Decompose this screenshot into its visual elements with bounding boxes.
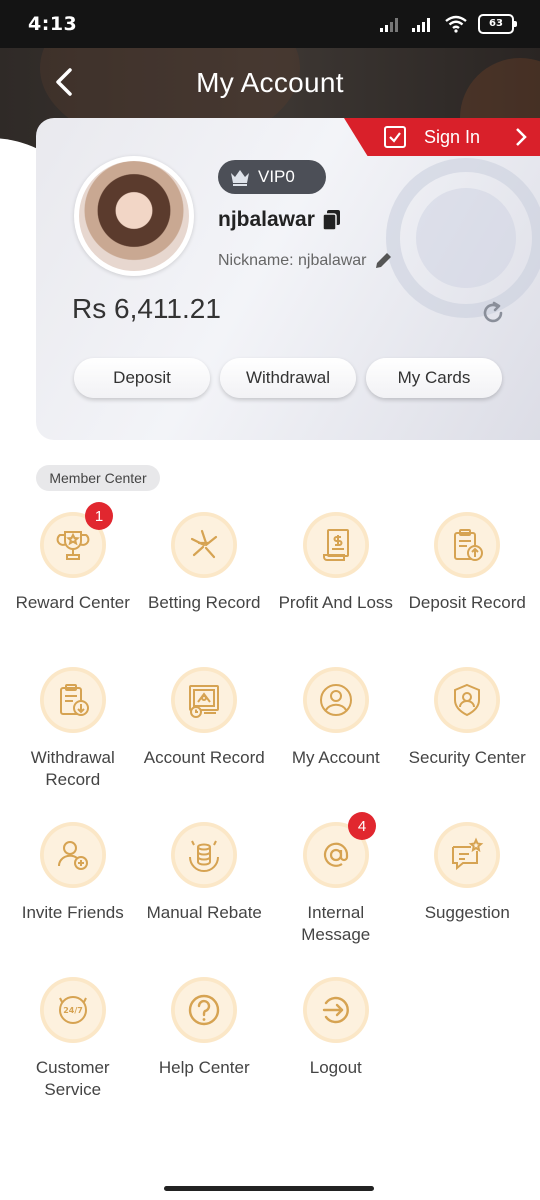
refresh-icon[interactable] (480, 300, 506, 326)
deposit-clipboard-icon (454, 529, 484, 561)
grid-item-label: Logout (309, 1058, 362, 1077)
status-icons: 63 (380, 14, 517, 34)
chat-star-icon (452, 837, 484, 871)
grid-item-label: Reward Center (15, 593, 130, 612)
withdrawal-record-item[interactable]: Withdrawal Record (7, 663, 139, 818)
security-center-item[interactable]: Security Center (402, 663, 534, 818)
customer-service-item[interactable]: 24/7 Customer Service (7, 973, 139, 1128)
coins-icon (189, 840, 220, 872)
copy-icon[interactable] (322, 210, 341, 230)
deposit-record-item[interactable]: Deposit Record (402, 508, 534, 663)
betting-record-item[interactable]: Betting Record (139, 508, 271, 663)
page-title: My Account (196, 67, 344, 98)
member-center-grid: 1 Reward Center Betting Record Profit An… (7, 502, 534, 1128)
svg-text:24/7: 24/7 (63, 1006, 83, 1015)
betting-icon (191, 529, 218, 559)
wifi-icon (445, 15, 467, 33)
member-center-label: Member Center (36, 465, 160, 491)
avatar[interactable] (74, 156, 194, 276)
grid-item-label: Security Center (408, 748, 526, 767)
nickname: Nickname: njbalawar (218, 252, 367, 269)
manual-rebate-item[interactable]: Manual Rebate (139, 818, 271, 973)
grid-item-label: Help Center (158, 1058, 250, 1077)
balance: Rs 6,411.21 (72, 293, 221, 324)
withdrawal-button[interactable]: Withdrawal (220, 358, 356, 398)
nav-bar: My Account (0, 48, 540, 118)
at-sign-icon (323, 842, 348, 867)
sign-in-label: Sign In (424, 126, 481, 147)
card-decoration-2 (416, 188, 516, 288)
pencil-icon[interactable] (373, 251, 393, 271)
deposit-button[interactable]: Deposit (74, 358, 210, 398)
username-row: njbalawar (218, 208, 341, 232)
grid-item-label: Suggestion (424, 903, 510, 922)
reward-badge: 1 (85, 502, 113, 530)
grid-item-label: Account Record (143, 748, 265, 767)
battery-icon: 63 (478, 14, 517, 34)
profit-doc-icon (322, 529, 349, 561)
home-indicator[interactable] (164, 1186, 374, 1191)
account-record-icon (189, 685, 220, 718)
calendar-check-icon (384, 126, 406, 148)
grid-item-label: Customer Service (35, 1058, 110, 1099)
card-actions: Deposit Withdrawal My Cards (74, 358, 502, 398)
grid-item-label: My Account (291, 748, 380, 767)
grid-item-label: Profit And Loss (278, 593, 393, 612)
logout-item[interactable]: Logout (270, 973, 402, 1128)
suggestion-item[interactable]: Suggestion (402, 818, 534, 973)
invite-user-icon (57, 841, 88, 870)
vip-label: VIP0 (258, 167, 295, 186)
logout-icon (322, 996, 349, 1024)
message-badge: 4 (348, 812, 376, 840)
help-center-item[interactable]: Help Center (139, 973, 271, 1128)
question-icon (189, 994, 220, 1026)
status-time: 4:13 (28, 13, 78, 35)
grid-item-label: Withdrawal Record (30, 748, 115, 789)
status-bar: 4:13 63 (0, 0, 540, 48)
nickname-row: Nickname: njbalawar (218, 251, 393, 271)
signal-icon (380, 18, 398, 32)
shield-user-icon (454, 683, 481, 717)
sign-in-button[interactable]: Sign In (344, 118, 540, 156)
grid-item-label: Invite Friends (21, 903, 124, 922)
crown-icon (231, 170, 249, 186)
username: njbalawar (218, 208, 315, 231)
grid-item-label: Betting Record (148, 593, 261, 612)
avatar-image (79, 161, 189, 271)
signal-icon-2 (412, 18, 430, 32)
invite-friends-item[interactable]: Invite Friends (7, 818, 139, 973)
chevron-right-icon (516, 128, 527, 146)
chevron-left-icon (56, 68, 72, 96)
my-cards-button[interactable]: My Cards (366, 358, 502, 398)
profit-and-loss-item[interactable]: Profit And Loss (270, 508, 402, 663)
vip-badge: VIP0 (218, 160, 326, 194)
user-icon (319, 684, 352, 716)
grid-item-label: Manual Rebate (146, 903, 262, 922)
trophy-icon (56, 531, 90, 560)
back-button[interactable] (48, 64, 82, 100)
account-card: Sign In VIP0 njbalawar Nickname: njbalaw… (36, 118, 540, 440)
withdrawal-clipboard-icon (59, 684, 89, 716)
grid-item-label: Deposit Record (408, 593, 526, 612)
my-account-item[interactable]: My Account (270, 663, 402, 818)
grid-item-label: Internal Message (301, 903, 371, 944)
support-24-7-icon: 24/7 (58, 996, 87, 1024)
internal-message-item[interactable]: 4 Internal Message (270, 812, 402, 973)
reward-center-item[interactable]: 1 Reward Center (7, 502, 139, 663)
account-record-item[interactable]: Account Record (139, 663, 271, 818)
